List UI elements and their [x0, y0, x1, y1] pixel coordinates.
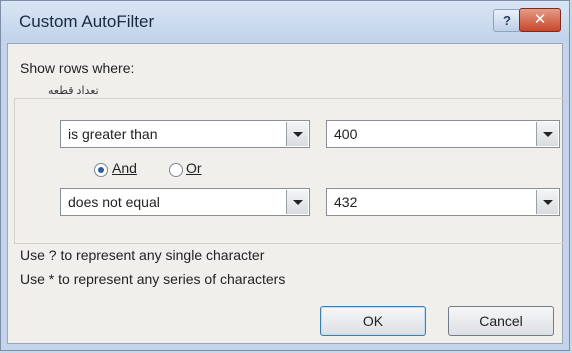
custom-autofilter-dialog: Custom AutoFilter ? ✕ Show rows where: ت…	[0, 0, 570, 351]
close-button[interactable]: ✕	[519, 8, 561, 32]
chevron-down-icon	[543, 200, 553, 205]
cancel-button[interactable]: Cancel	[448, 306, 554, 336]
operator-1-value: is greater than	[68, 126, 158, 142]
value-2-dropdown-button[interactable]	[536, 190, 558, 214]
and-label[interactable]: And	[112, 160, 137, 176]
or-radio[interactable]	[169, 163, 183, 177]
chevron-down-icon	[293, 200, 303, 205]
value-2-combo[interactable]: 432	[326, 188, 560, 216]
chevron-down-icon	[293, 132, 303, 137]
value-1-dropdown-button[interactable]	[536, 122, 558, 146]
operator-1-select[interactable]: is greater than	[60, 120, 310, 148]
operator-2-value: does not equal	[68, 194, 160, 210]
hint-series-chars: Use * to represent any series of charact…	[20, 271, 286, 287]
ok-button[interactable]: OK	[320, 306, 426, 336]
operator-1-dropdown-button[interactable]	[286, 122, 308, 146]
value-1-combo[interactable]: 400	[326, 120, 560, 148]
operator-2-dropdown-button[interactable]	[286, 190, 308, 214]
chevron-down-icon	[543, 132, 553, 137]
and-radio[interactable]	[94, 163, 108, 177]
close-icon: ✕	[533, 11, 547, 28]
value-1-value: 400	[334, 126, 358, 142]
or-label[interactable]: Or	[186, 160, 202, 176]
dialog-body: Show rows where: تعداد قطعه is greater t…	[7, 43, 564, 344]
field-name-label: تعداد قطعه	[48, 85, 99, 97]
help-button[interactable]: ?	[493, 9, 521, 32]
operator-2-select[interactable]: does not equal	[60, 188, 310, 216]
value-2-value: 432	[334, 194, 358, 210]
hint-single-char: Use ? to represent any single character	[20, 247, 265, 263]
dialog-title: Custom AutoFilter	[19, 12, 155, 31]
show-rows-heading: Show rows where:	[20, 60, 135, 76]
title-bar[interactable]: Custom AutoFilter ? ✕	[1, 1, 569, 41]
